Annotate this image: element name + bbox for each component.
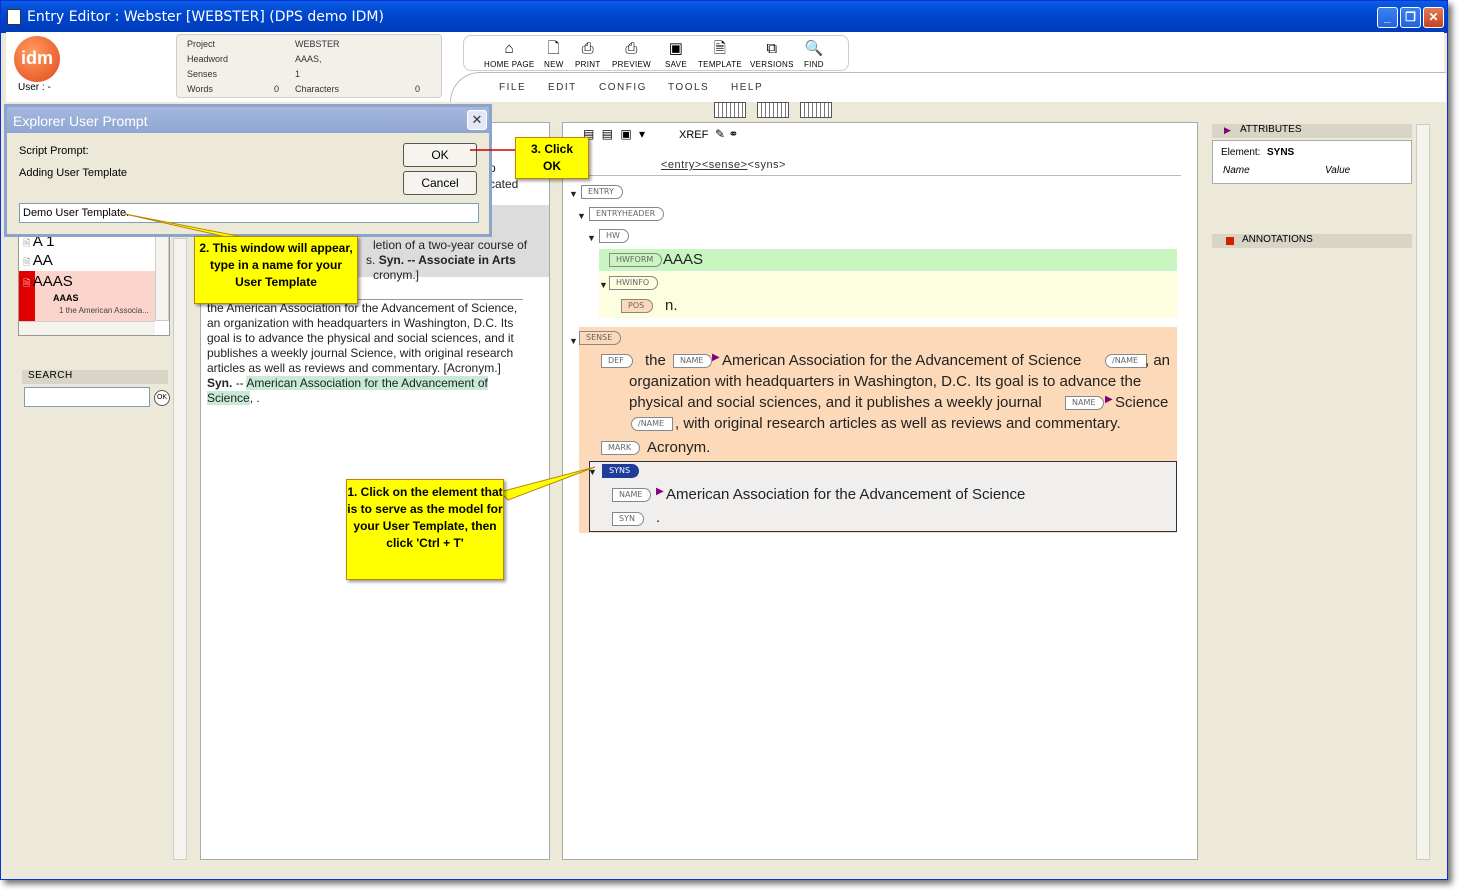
- callout-pointers: [124, 149, 596, 501]
- callout-1: 1. Click on the element that is to serve…: [346, 479, 504, 580]
- callout-3: 3. Click OK: [515, 137, 589, 179]
- callout-1-pointer: [499, 466, 596, 501]
- callout-2: 2. This window will appear, type in a na…: [194, 236, 358, 304]
